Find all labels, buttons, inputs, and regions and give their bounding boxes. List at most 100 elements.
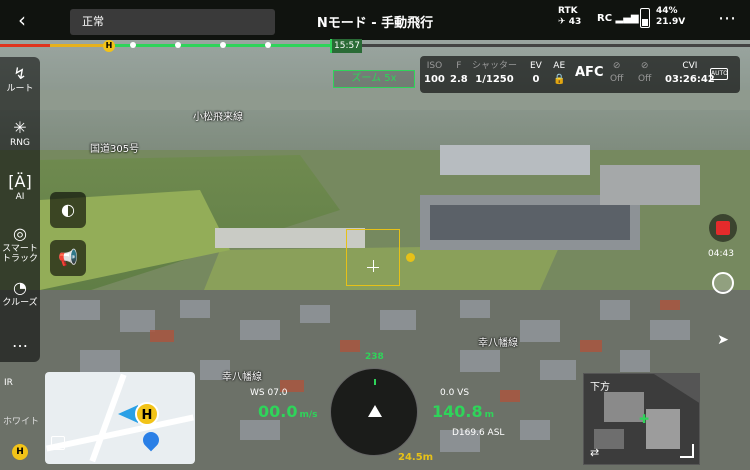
shutter-setting[interactable]: シャッター 1/1250 [472,60,517,86]
left-item-rng[interactable]: ✳ RNG [0,118,40,149]
iso-label: ISO [426,61,443,71]
ir-label: IR [4,378,13,388]
h-speed-unit: m/s [299,410,318,420]
swap-view-icon[interactable]: ⇄ [590,446,599,459]
mini-map[interactable]: H [45,372,195,464]
flight-progress-bar: H [0,40,750,52]
record-button[interactable] [709,214,737,242]
auto-mode-badge[interactable]: AUTO [710,68,728,80]
progress-low-segment [0,44,50,47]
battery-voltage: 21.9V [656,17,686,27]
flight-mode-title: Nモード - 手動飛行 [316,16,434,31]
setting-off-2[interactable]: ⊘ Off [638,60,651,86]
battery-icon [640,8,650,28]
ae-lock-setting[interactable]: AE 🔒 [553,60,565,86]
camera-settings-panel[interactable]: ISO 100 F 2.8 シャッター 1/1250 EV 0 AE 🔒 AFC… [420,56,740,93]
home-shortcut-icon[interactable]: H [12,444,28,460]
iso-setting[interactable]: ISO 100 [424,60,445,86]
record-time-remaining: 03:26:42 [665,74,715,85]
slash-icon: ⊘ [612,61,621,71]
left-item-label: AI [15,192,25,202]
off-value: Off [610,74,624,84]
progress-return-segment [50,44,110,47]
pip-title: 下方 [590,382,610,393]
more-menu-icon[interactable]: ⋯ [718,8,736,29]
crosshair [367,267,379,268]
altitude-asl: D169.6 ASL [452,428,505,438]
map-label-line-b: 幸八幡線 [222,372,262,383]
off-value: Off [638,74,652,84]
satellite-icon: ✈ [558,17,566,27]
shutter-value: 1/1250 [475,74,514,85]
photo-shutter-button[interactable] [712,272,734,294]
cruise-icon: ◔ [13,278,27,297]
ev-label: EV [530,61,542,71]
map-label-route305: 国道305号 [90,144,140,155]
heading-value: 238 [365,352,384,362]
left-tool-panel: ↯ ルート ✳ RNG [Ä] AI ◎ スマートトラック ◔ クルーズ … [0,57,40,362]
zoom-indicator[interactable]: ズーム 5x [333,70,415,88]
left-item-cruise[interactable]: ◔ クルーズ [0,278,40,309]
ai-icon: [Ä] [8,172,32,191]
progress-dot [265,42,271,48]
left-item-more[interactable]: … [0,333,40,351]
heading-tick [374,379,376,385]
progress-dot [220,42,226,48]
back-arrow-icon[interactable]: ‹ [10,8,34,32]
signal-bars-icon: ▂▄▆ [615,13,639,24]
h-speed-value: 00.0 [258,402,298,421]
wind-speed: WS 07.0 [250,388,288,398]
speaker-button[interactable]: 📢 [50,240,86,276]
home-point-icon: H [135,402,159,426]
altitude: 140.8 m [432,402,494,421]
storage-info[interactable]: CVI 03:26:42 [665,60,715,86]
progress-dot [175,42,181,48]
more-icon: … [12,332,28,351]
progress-dot [130,42,136,48]
horizontal-speed: 00.0 m/s [258,402,318,421]
rtk-label: RTK [558,6,578,16]
ae-label: AE [553,61,566,71]
pip-expand-icon[interactable] [680,444,694,458]
battery-percent: 44% [656,6,678,16]
crosshair [373,260,374,272]
rng-icon: ✳ [13,118,27,137]
left-item-smart-track[interactable]: ◎ スマートトラック [0,224,40,265]
spotlight-button[interactable]: ◐ [50,192,86,228]
rtk-status[interactable]: RTK ✈ 43 [558,6,581,28]
ev-setting[interactable]: EV 0 [530,60,542,86]
aircraft-icon [368,405,382,417]
downward-camera-pip[interactable]: 下方 ✚ ⇄ [583,373,700,465]
navigation-arrow-icon[interactable]: ➤ [713,330,733,350]
left-item-label: スマートトラック [1,244,38,264]
smart-track-icon: ◎ [13,224,27,243]
left-item-ai[interactable]: [Ä] AI [0,172,40,203]
home-point-marker: H [103,40,115,52]
battery-info[interactable]: 44% 21.9V [656,6,685,28]
compass-attitude-indicator [330,368,418,456]
altitude-value: 140.8 [432,402,483,421]
left-item-label: クルーズ [2,298,38,308]
route-icon: ↯ [13,64,27,83]
iso-value: 100 [424,74,445,85]
left-item-route[interactable]: ↯ ルート [0,64,40,95]
record-elapsed-time: 04:43 [708,249,734,259]
shutter-label: シャッター [472,61,518,71]
rtk-count: 43 [568,17,582,27]
rc-signal[interactable]: RC ▂▄▆ [597,13,639,24]
flight-status[interactable]: 正常 [70,9,275,35]
lock-icon: 🔒 [553,74,566,85]
map-label-line-a: 幸八幡線 [478,338,518,349]
exposure-sun-icon[interactable] [406,253,415,262]
home-distance: 24.5m [398,452,434,463]
af-mode[interactable]: AFC [575,66,603,79]
aperture-setting[interactable]: F 2.8 [450,60,468,86]
ev-value: 0 [532,74,540,85]
white-mode-label: ホワイト [3,417,40,427]
setting-off-1[interactable]: ⊘ Off [610,60,623,86]
left-item-label: RNG [10,138,30,148]
focus-target-box[interactable] [346,229,400,286]
map-expand-icon[interactable] [51,436,65,450]
speaker-lock-icon: 📢 [58,248,78,267]
vertical-speed: 0.0 VS [440,388,470,398]
